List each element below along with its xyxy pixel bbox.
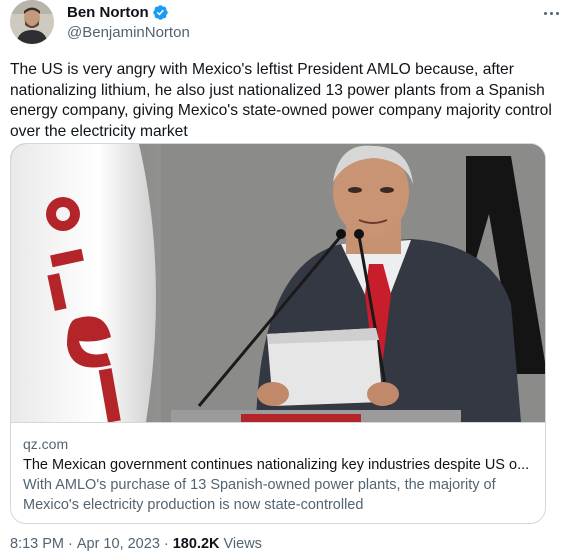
link-card-title: The Mexican government continues nationa… [23,457,530,473]
more-dot [543,11,547,15]
tweet-date[interactable]: Apr 10, 2023 [77,536,160,552]
card-photo [11,144,545,422]
author-display-name[interactable]: Ben Norton [67,4,149,21]
tweet-header: Ben Norton @BenjaminNorton [10,0,566,46]
avatar-image [10,0,54,44]
link-card-meta[interactable]: qz.com The Mexican government continues … [11,422,545,523]
tweet-footer: 8:13 PM · Apr 10, 2023 · 180.2K Views [10,536,262,552]
views-count: 180.2K [172,536,220,552]
link-card[interactable]: qz.com The Mexican government continues … [10,143,546,524]
footer-separator: · [68,536,73,552]
more-dot [555,11,559,15]
avatar[interactable] [10,0,54,44]
verified-badge-icon[interactable] [152,4,169,21]
tweet-time[interactable]: 8:13 PM [10,536,64,552]
link-card-description: With AMLO's purchase of 13 Spanish-owned… [23,477,496,513]
author-handle[interactable]: @BenjaminNorton [67,24,190,41]
footer-separator: · [163,536,169,552]
more-options-icon[interactable] [540,4,562,22]
link-card-image[interactable] [11,144,545,422]
author-names: Ben Norton @BenjaminNorton [67,2,190,42]
more-dot [549,11,553,15]
tweet-text: The US is very angry with Mexico's lefti… [10,61,552,140]
display-name-row: Ben Norton [67,2,190,22]
views-label: Views [223,536,262,552]
link-card-domain: qz.com [23,436,69,452]
